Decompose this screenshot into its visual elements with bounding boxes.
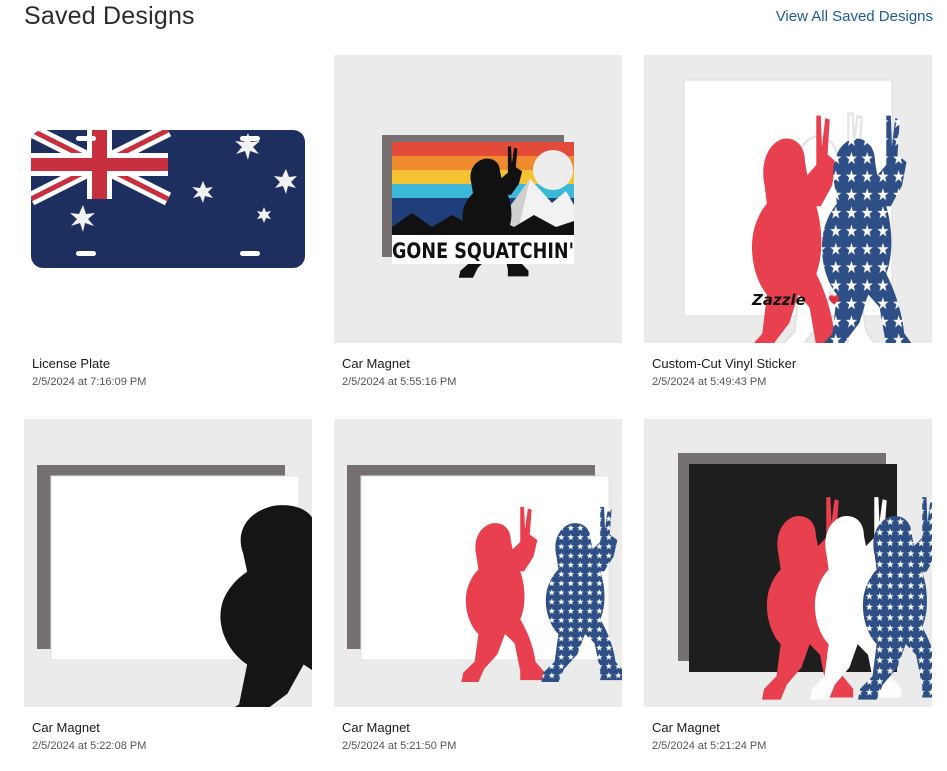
design-name[interactable]: Custom-Cut Vinyl Sticker xyxy=(652,356,796,371)
design-name[interactable]: Car Magnet xyxy=(342,356,410,371)
zazzle-brand-text: Zazzle xyxy=(751,291,806,309)
design-thumbnail[interactable] xyxy=(24,55,312,343)
magnet-art-text: GONE SQUATCHIN' xyxy=(392,239,574,263)
view-all-saved-designs-link[interactable]: View All Saved Designs xyxy=(776,8,933,25)
gone-squatchin-car-magnet-image: GONE SQUATCHIN' xyxy=(382,135,574,343)
design-date: 2/5/2024 at 5:21:50 PM xyxy=(342,740,457,752)
design-thumbnail[interactable]: Zazzle xyxy=(644,55,932,343)
design-name[interactable]: Car Magnet xyxy=(32,720,100,735)
design-date: 2/5/2024 at 5:55:16 PM xyxy=(342,376,457,388)
design-date: 2/5/2024 at 5:21:24 PM xyxy=(652,740,767,752)
design-thumbnail[interactable] xyxy=(334,419,622,707)
design-name[interactable]: Car Magnet xyxy=(652,720,720,735)
black-bigfoot-peace-car-magnet-image xyxy=(37,465,312,707)
design-date: 2/5/2024 at 5:49:43 PM xyxy=(652,376,767,388)
red-white-blue-bigfoot-black-car-magnet-image xyxy=(678,453,932,707)
design-name[interactable]: Car Magnet xyxy=(342,720,410,735)
page-title: Saved Designs xyxy=(24,2,195,30)
design-thumbnail[interactable] xyxy=(24,419,312,707)
bigfoot-trio-sticker-image: Zazzle xyxy=(683,79,932,343)
saved-designs-header: Saved Designs View All Saved Designs xyxy=(0,0,947,40)
australia-flag-license-plate-image xyxy=(31,130,305,268)
design-date: 2/5/2024 at 5:22:08 PM xyxy=(32,740,147,752)
design-date: 2/5/2024 at 7:16:09 PM xyxy=(32,376,147,388)
red-blue-bigfoot-car-magnet-image xyxy=(347,465,622,707)
design-thumbnail[interactable] xyxy=(644,419,932,707)
design-name[interactable]: License Plate xyxy=(32,356,110,371)
design-thumbnail[interactable]: GONE SQUATCHIN' xyxy=(334,55,622,343)
